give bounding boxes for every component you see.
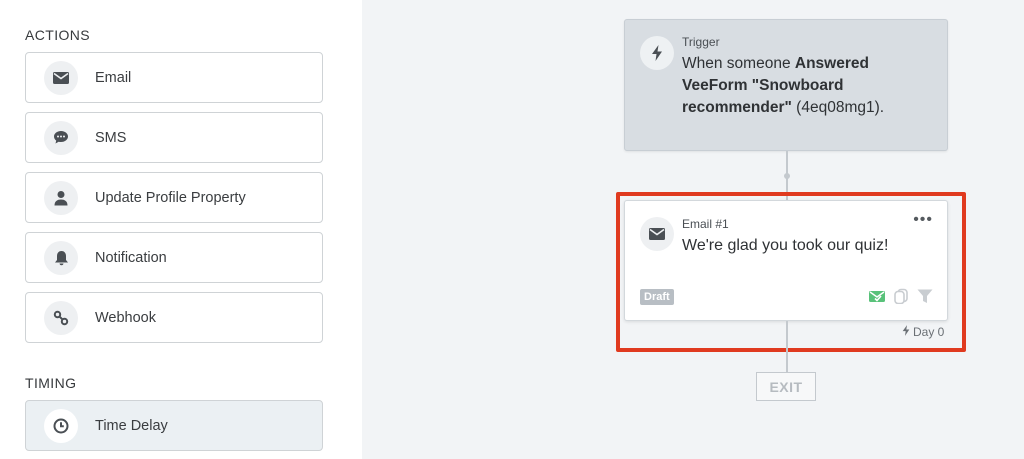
connector-line (786, 321, 788, 372)
action-notification[interactable]: Notification (25, 232, 323, 283)
actions-section-title: ACTIONS (25, 27, 91, 43)
action-time-delay[interactable]: Time Delay (25, 400, 323, 451)
sidebar: ACTIONS Email SMS Update Profile Propert… (0, 0, 362, 459)
action-label: Update Profile Property (95, 189, 246, 206)
envelope-icon (44, 60, 78, 95)
selection-highlight (616, 192, 966, 352)
action-webhook[interactable]: Webhook (25, 292, 323, 343)
webhook-icon (44, 300, 78, 335)
trigger-card[interactable]: Trigger When someone Answered VeeForm "S… (624, 19, 948, 151)
person-icon (44, 180, 78, 215)
lightning-icon (640, 36, 674, 70)
action-email[interactable]: Email (25, 52, 323, 103)
trigger-kicker: Trigger (682, 35, 720, 49)
action-label: Time Delay (95, 417, 168, 434)
bell-icon (44, 240, 78, 275)
clock-icon (44, 408, 78, 443)
trigger-text-prefix: When someone (682, 55, 795, 72)
action-update-profile-property[interactable]: Update Profile Property (25, 172, 323, 223)
action-label: Notification (95, 249, 167, 266)
action-label: Email (95, 69, 132, 86)
connector-dot (784, 173, 790, 179)
action-label: Webhook (95, 309, 156, 326)
timing-section-title: TIMING (25, 375, 77, 391)
exit-node[interactable]: EXIT (756, 372, 816, 401)
trigger-text-suffix: (4eq08mg1). (791, 99, 885, 116)
flow-canvas[interactable]: Trigger When someone Answered VeeForm "S… (362, 0, 1024, 459)
action-label: SMS (95, 129, 127, 146)
action-sms[interactable]: SMS (25, 112, 323, 163)
trigger-description: When someone Answered VeeForm "Snowboard… (682, 53, 912, 119)
chat-bubble-icon (44, 120, 78, 155)
